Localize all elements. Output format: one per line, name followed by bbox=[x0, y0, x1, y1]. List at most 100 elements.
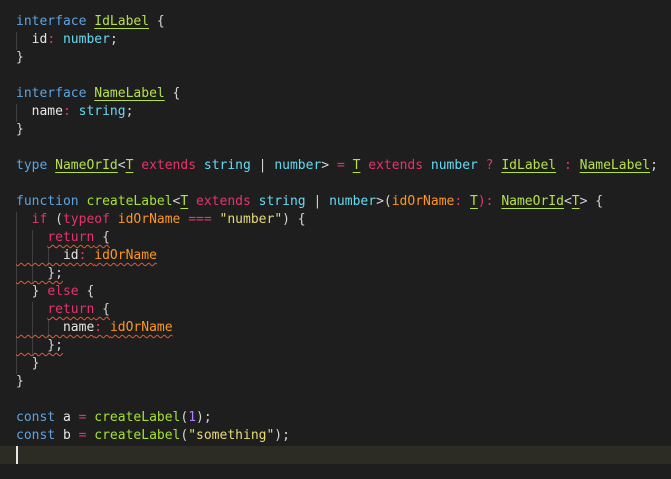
code-token: if bbox=[16, 212, 56, 227]
code-line-3: } bbox=[16, 49, 24, 67]
code-token: b bbox=[62, 428, 71, 443]
code-token: ); bbox=[274, 428, 290, 443]
code-token: NameOrId bbox=[55, 158, 118, 173]
code-token: string bbox=[78, 104, 126, 119]
code-token: string bbox=[203, 158, 251, 173]
code-token: else bbox=[47, 284, 79, 299]
code-token: idOrName bbox=[391, 194, 455, 209]
code-token: : bbox=[94, 320, 110, 335]
code-token: : bbox=[454, 194, 471, 209]
code-token: idOrName bbox=[117, 212, 181, 227]
code-token: : bbox=[62, 104, 79, 119]
code-token: === bbox=[180, 212, 220, 227]
code-token: ): bbox=[477, 194, 502, 209]
code-token: return bbox=[47, 302, 95, 317]
code-token: typeof bbox=[62, 212, 118, 227]
code-token: createLabel bbox=[94, 428, 181, 443]
code-token: } bbox=[16, 356, 40, 371]
code-token: { bbox=[78, 284, 95, 299]
code-token: } bbox=[16, 374, 24, 389]
code-token: = bbox=[336, 158, 353, 173]
code-editor[interactable]: interface IdLabel { id: number;} interfac… bbox=[0, 0, 671, 479]
code-token: { bbox=[94, 230, 110, 245]
code-line-24: const b = createLabel("something"); bbox=[16, 427, 290, 445]
code-token: extends bbox=[360, 158, 431, 173]
code-line-12: if (typeof idOrName === "number") { bbox=[16, 211, 306, 229]
code-token: id bbox=[16, 248, 79, 263]
code-token: NameOrId bbox=[501, 194, 564, 209]
code-token: } bbox=[16, 122, 24, 137]
code-token: < bbox=[117, 158, 126, 173]
code-token: > bbox=[321, 158, 337, 173]
code-line-21: } bbox=[16, 373, 24, 391]
code-token: >( bbox=[376, 194, 392, 209]
code-token: name bbox=[16, 320, 95, 335]
code-line-23: const a = createLabel(1); bbox=[16, 409, 212, 427]
code-line-9: type NameOrId<T extends string | number>… bbox=[16, 157, 658, 175]
code-token: }; bbox=[16, 266, 63, 281]
code-token: number bbox=[274, 158, 322, 173]
code-token: } bbox=[16, 284, 48, 299]
code-token: }; bbox=[16, 338, 63, 353]
code-token: extends bbox=[188, 194, 259, 209]
code-token: "number" bbox=[219, 212, 283, 227]
code-token: NameLabel bbox=[94, 86, 165, 101]
code-token: : bbox=[78, 248, 95, 263]
code-token: extends bbox=[133, 158, 204, 173]
code-token: createLabel bbox=[94, 410, 181, 425]
code-line-16: } else { bbox=[16, 283, 95, 301]
code-line-18: name: idOrName bbox=[16, 319, 173, 337]
code-token: { bbox=[94, 302, 110, 317]
code-token: string bbox=[258, 194, 306, 209]
code-token: number bbox=[430, 158, 478, 173]
code-line-17: return { bbox=[16, 301, 110, 319]
code-line-13: return { bbox=[16, 229, 110, 247]
code-line-1: interface IdLabel { bbox=[16, 13, 165, 31]
code-token: ? bbox=[477, 158, 502, 173]
code-line-14: id: idOrName bbox=[16, 247, 157, 265]
code-token: { bbox=[149, 14, 165, 29]
code-token: IdLabel bbox=[94, 14, 150, 29]
code-token: interface bbox=[16, 86, 95, 101]
code-token: idOrName bbox=[94, 248, 157, 263]
code-token: < bbox=[563, 194, 572, 209]
code-token: ( bbox=[55, 212, 63, 227]
code-token: const bbox=[16, 428, 63, 443]
code-token: : bbox=[556, 158, 580, 173]
code-token: T bbox=[571, 194, 580, 209]
code-token: | bbox=[250, 158, 275, 173]
code-line-11: function createLabel<T extends string | … bbox=[16, 193, 603, 211]
code-line-20: } bbox=[16, 355, 40, 373]
text-cursor bbox=[16, 446, 18, 464]
code-token: return bbox=[47, 230, 95, 245]
code-token: 1 bbox=[188, 410, 197, 425]
code-token: : bbox=[47, 32, 63, 47]
code-token: ; bbox=[109, 32, 118, 47]
code-token: createLabel bbox=[86, 194, 173, 209]
code-token: "something" bbox=[188, 428, 275, 443]
code-token: idOrName bbox=[109, 320, 173, 335]
code-token: name bbox=[16, 104, 63, 119]
code-line-19: }; bbox=[16, 337, 63, 355]
code-token: IdLabel bbox=[501, 158, 557, 173]
code-line-7: } bbox=[16, 121, 24, 139]
code-token: interface bbox=[16, 14, 95, 29]
code-line-15: }; bbox=[16, 265, 63, 283]
code-token: NameLabel bbox=[579, 158, 651, 173]
code-token: a bbox=[62, 410, 71, 425]
code-token: = bbox=[70, 410, 95, 425]
code-token: ; bbox=[125, 104, 134, 119]
code-line-5: interface NameLabel { bbox=[16, 85, 180, 103]
code-token: ) { bbox=[282, 212, 306, 227]
code-token: = bbox=[70, 428, 95, 443]
code-token: number bbox=[329, 194, 377, 209]
code-token: | bbox=[305, 194, 330, 209]
code-token: number bbox=[62, 32, 110, 47]
code-token: T bbox=[470, 194, 478, 209]
code-token: const bbox=[16, 410, 63, 425]
code-token: id bbox=[16, 32, 48, 47]
code-token: ; bbox=[650, 158, 658, 173]
active-line-highlight bbox=[0, 446, 671, 464]
